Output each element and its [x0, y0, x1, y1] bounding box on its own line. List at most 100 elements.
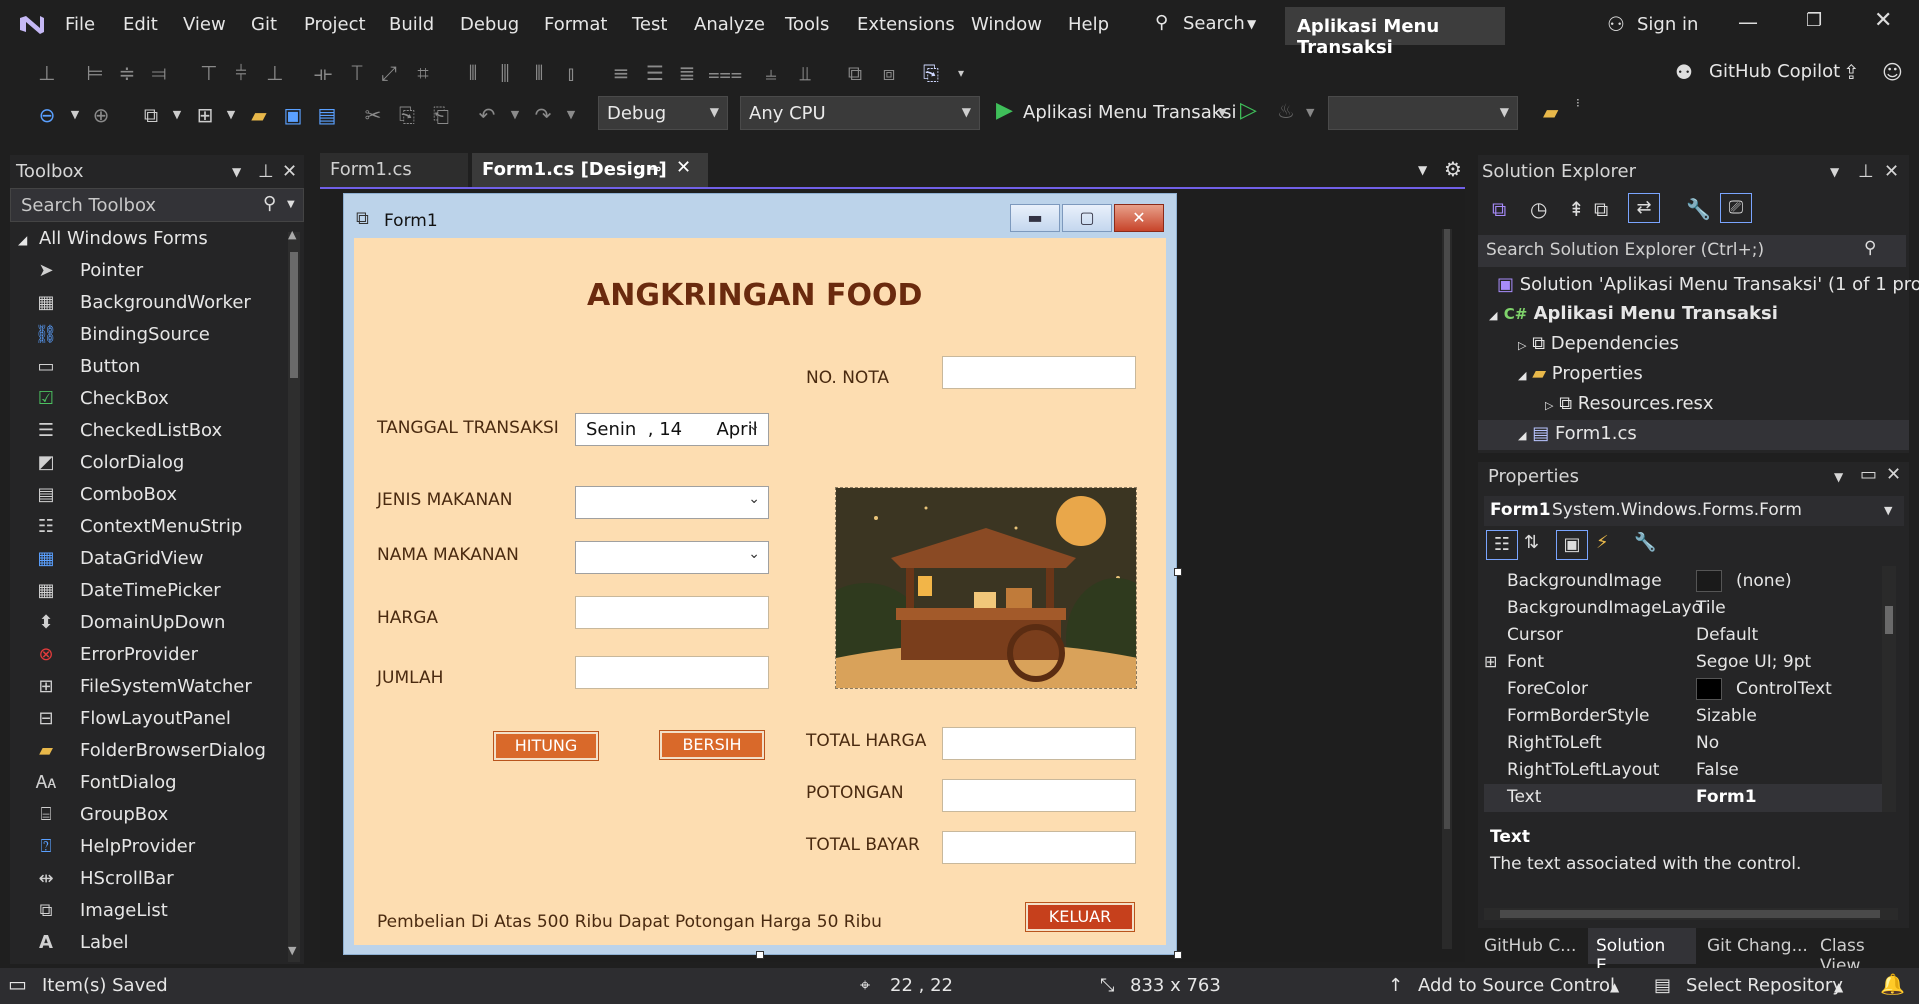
scrollbar-thumb[interactable] [1444, 229, 1450, 829]
alphabetical-icon[interactable]: ⇅ [1524, 532, 1539, 553]
panel-menu-icon[interactable]: ▼ [1830, 165, 1839, 179]
align-left-icon[interactable]: ⊨ [82, 60, 108, 86]
back-dropdown-icon[interactable]: ▼ [62, 102, 88, 128]
tanggal-datepicker[interactable]: Senin , 14 April ⌄ [575, 413, 769, 446]
share-icon[interactable]: ⇪ [1843, 60, 1860, 84]
form-minimize-button[interactable]: ▬ [1010, 204, 1060, 232]
feedback-icon[interactable]: ☺ [1882, 60, 1903, 84]
toolbox-item[interactable]: ⊗ ErrorProvider [34, 644, 198, 676]
maximize-icon[interactable]: ▭ [1860, 464, 1877, 485]
toolbox-item[interactable]: ⌸ GroupBox [34, 804, 169, 836]
new-project-dropdown-icon[interactable]: ▼ [164, 102, 190, 128]
start-debug-icon[interactable]: ▶ [996, 98, 1013, 123]
menu-view[interactable]: View [183, 14, 226, 35]
pin-icon[interactable]: ⊥ [258, 161, 274, 182]
jumlah-input[interactable] [575, 656, 769, 689]
add-to-source-control[interactable]: Add to Source Control [1418, 975, 1615, 996]
paste-icon[interactable]: ⎗ [428, 102, 454, 128]
select-repository[interactable]: Select Repository [1686, 975, 1843, 996]
prop-value[interactable]: Tile [1696, 598, 1726, 618]
toolbox-item[interactable]: ▭ Button [34, 356, 140, 388]
save-all-icon[interactable]: ▤ [314, 102, 340, 128]
toolbox-item[interactable]: ▦ DateTimePicker [34, 580, 220, 612]
keluar-button[interactable]: KELUAR [1025, 902, 1135, 932]
toolbox-item[interactable]: ▦ BackgroundWorker [34, 292, 250, 324]
toolbox-item[interactable]: ▦ DataGridView [34, 548, 203, 580]
toolbox-item[interactable]: ⬍ DomainUpDown [34, 612, 225, 644]
start-without-debug-icon[interactable]: ▷ [1240, 98, 1257, 123]
property-pages-icon[interactable]: 🔧 [1634, 532, 1656, 553]
menu-analyze[interactable]: Analyze [694, 14, 765, 35]
navigate-forward-icon[interactable]: ⊕ [88, 102, 114, 128]
properties-scrollbar[interactable] [1882, 566, 1896, 812]
align-top-icon[interactable]: ⊤ [196, 60, 222, 86]
tab-github-copilot[interactable]: GitHub C... [1484, 936, 1576, 956]
menu-help[interactable]: Help [1068, 14, 1109, 35]
tab-git-changes[interactable]: Git Chang... [1707, 936, 1808, 956]
align-bottom-icon[interactable]: ⊥ [262, 60, 288, 86]
panel-menu-icon[interactable]: ▼ [1834, 470, 1843, 484]
target-combo[interactable]: ▼ [1328, 96, 1518, 130]
hitung-button[interactable]: HITUNG [493, 731, 599, 761]
menu-git[interactable]: Git [251, 14, 277, 35]
menu-file[interactable]: File [65, 14, 95, 35]
form-maximize-button[interactable]: ▢ [1062, 204, 1112, 232]
bring-to-front-icon[interactable]: ⧉ [842, 60, 868, 86]
scrollbar-thumb[interactable] [1885, 606, 1893, 634]
hot-reload-dropdown-icon[interactable]: ▼ [1306, 106, 1314, 119]
toolbox-item[interactable]: 🗛 FontDialog [34, 772, 177, 804]
config-combo[interactable]: Debug ▼ [598, 96, 728, 130]
resize-handle-corner[interactable] [1174, 951, 1182, 959]
same-width-icon[interactable]: ⟛ [310, 60, 336, 86]
navigate-back-icon[interactable]: ⊖ [34, 102, 60, 128]
same-size-icon[interactable]: ⤢ [376, 60, 402, 86]
tab-solution-explorer[interactable]: Solution E... [1588, 928, 1696, 976]
properties-view-icon[interactable]: ▣ [1556, 530, 1588, 560]
toolbox-item[interactable]: ⧉ ImageList [34, 900, 168, 932]
close-icon[interactable]: ✕ [1886, 464, 1901, 485]
menu-debug[interactable]: Debug [460, 14, 519, 35]
toolbox-search-input[interactable]: Search Toolbox ⚲ ▼ [10, 188, 304, 222]
align-middle-icon[interactable]: ⫩ [228, 60, 254, 86]
tree-project[interactable]: ◢ C# Aplikasi Menu Transaksi [1489, 303, 1778, 324]
resize-handle-right[interactable] [1174, 568, 1182, 576]
vspace-equal-icon[interactable]: ≡ [608, 60, 634, 86]
tab-list-dropdown-icon[interactable]: ▼ [1418, 163, 1427, 177]
menu-build[interactable]: Build [389, 14, 434, 35]
hspace-increase-icon[interactable]: ⫼ [492, 60, 518, 86]
close-icon[interactable]: ✕ [282, 161, 297, 182]
toolbox-item[interactable]: ☰ CheckedListBox [34, 420, 222, 452]
toolbox-item[interactable]: ⛓ BindingSource [34, 324, 210, 356]
cut-icon[interactable]: ✂ [360, 102, 386, 128]
menu-tools[interactable]: Tools [785, 14, 829, 35]
redo-dropdown-icon[interactable]: ▼ [558, 102, 584, 128]
sign-in-link[interactable]: Sign in [1637, 14, 1698, 35]
total-harga-input[interactable] [942, 727, 1136, 760]
vspace-decrease-icon[interactable]: ≣ [674, 60, 700, 86]
tree-solution[interactable]: ▣ Solution 'Aplikasi Menu Transaksi' (1 … [1497, 274, 1919, 295]
scrollbar-thumb[interactable] [1500, 910, 1880, 918]
redo-icon[interactable]: ↷ [530, 102, 556, 128]
new-project-icon[interactable]: ⧉ [138, 102, 164, 128]
toolbox-item[interactable]: ☷ ContextMenuStrip [34, 516, 242, 548]
toolbox-item[interactable]: ☑ CheckBox [34, 388, 169, 420]
events-icon[interactable]: ⚡ [1596, 532, 1609, 553]
copilot-button[interactable]: GitHub Copilot [1709, 61, 1840, 82]
folder-options-icon[interactable]: ▰ [1543, 100, 1558, 124]
scrollbar-thumb[interactable] [290, 252, 298, 378]
close-icon[interactable]: ✕ [1884, 161, 1899, 182]
send-to-back-icon[interactable]: ⧈ [876, 60, 902, 86]
font-expand-icon[interactable]: ⊞ [1484, 652, 1497, 671]
undo-icon[interactable]: ↶ [474, 102, 500, 128]
restore-icon[interactable]: ❐ [1806, 10, 1822, 31]
collapse-all-icon[interactable]: ⇞ [1568, 197, 1585, 221]
toolbox-scrollbar[interactable]: ▲ ▼ [288, 228, 300, 962]
prop-value[interactable]: (none) [1736, 571, 1792, 591]
hspace-decrease-icon[interactable]: ⦀ [526, 60, 552, 86]
prop-value[interactable]: Default [1696, 625, 1758, 645]
notifications-bell-icon[interactable]: 🔔 [1880, 972, 1905, 996]
nama-makanan-combo[interactable]: ⌄ [575, 541, 769, 574]
toolbar-overflow-icon[interactable]: ▾ [948, 60, 974, 86]
total-bayar-input[interactable] [942, 831, 1136, 864]
form-close-button[interactable]: ✕ [1114, 204, 1164, 232]
